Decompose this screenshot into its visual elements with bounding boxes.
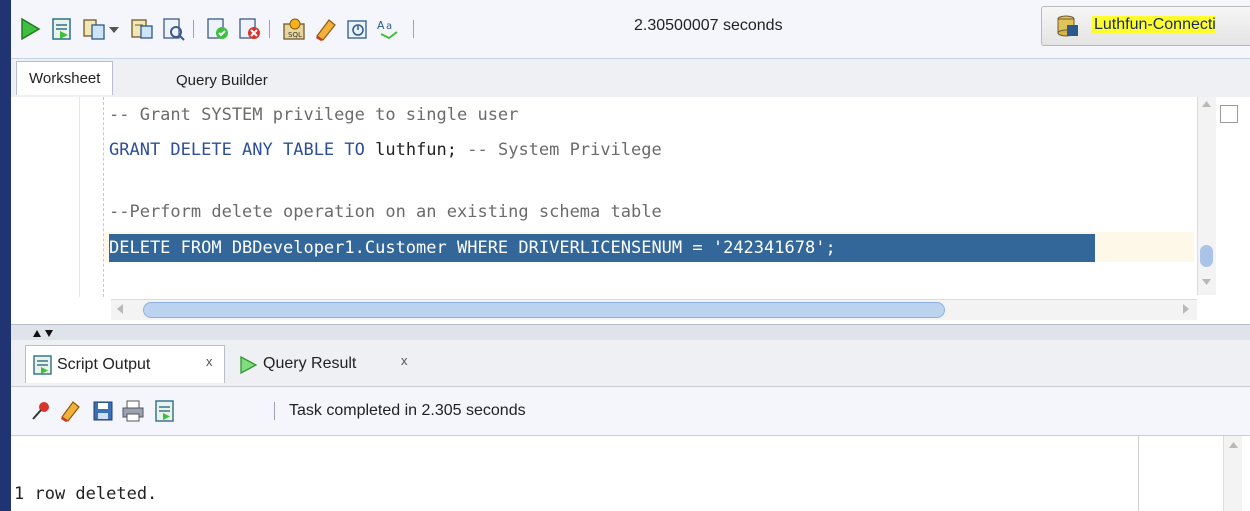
code-line-2: GRANT DELETE ANY TABLE TO luthfun; -- Sy… [109,140,662,160]
window-frame [0,0,11,511]
worksheet-tabs: Worksheet Query Builder [11,59,1250,98]
run-icon[interactable] [17,16,43,42]
query-result-label: Query Result [263,355,357,372]
sql-history-icon[interactable]: SQL [281,16,307,42]
task-status: Task completed in 2.305 seconds [289,402,526,419]
code-line-1: -- Grant SYSTEM privilege to single user [109,105,519,125]
script-output-area[interactable]: 1 row deleted. [11,436,1250,511]
editor-gutter [11,97,104,297]
svg-text:A: A [377,19,385,32]
explain-plan-icon[interactable] [129,16,155,42]
scroll-up-icon[interactable] [1200,99,1213,109]
close-query-result-icon[interactable]: x [401,353,408,368]
scroll-left-icon[interactable] [115,302,125,316]
tab-query-result[interactable]: Query Result x [233,345,413,383]
tab-worksheet[interactable]: Worksheet [16,61,114,95]
code-comment: -- System Privilege [467,140,662,160]
close-script-output-icon[interactable]: x [206,354,213,369]
tab-query-builder[interactable]: Query Builder [176,72,268,89]
output-tabs: Script Output x Query Result x [11,340,1250,387]
output-message: 1 row deleted. [14,484,158,504]
editor-horizontal-scroll-thumb[interactable] [143,302,945,318]
execution-time: 2.30500007 seconds [634,17,783,34]
splitter-arrows-icon[interactable] [31,327,65,339]
connection-selector[interactable]: Luthfun-Connecti [1041,6,1250,46]
clear-output-icon[interactable] [59,399,83,423]
code-keywords: GRANT DELETE ANY TABLE TO [109,140,365,160]
commit-icon[interactable] [205,16,231,42]
database-connection-icon [1057,15,1078,37]
code-username: luthfun; [375,140,458,160]
dropdown-icon[interactable] [107,16,121,42]
rollback-icon[interactable] [237,16,263,42]
run-script-icon[interactable] [49,16,75,42]
tab-script-output[interactable]: Script Output x [25,345,225,383]
format-icon[interactable]: A a [375,16,401,42]
output-vertical-scrollbar[interactable] [1223,436,1242,511]
output-scroll-up-icon[interactable] [1227,440,1240,450]
script-output-label: Script Output [57,356,151,373]
sql-tuning-icon[interactable] [161,16,187,42]
code-line-4: --Perform delete operation on an existin… [109,202,662,222]
autotrace-icon[interactable] [81,16,107,42]
pin-icon[interactable] [29,399,53,423]
svg-text:a: a [386,21,392,32]
sql-editor[interactable]: -- Grant SYSTEM privilege to single user… [11,97,1250,324]
connection-label: Luthfun-Connecti [1092,16,1216,34]
query-result-icon [240,355,258,375]
scroll-right-icon[interactable] [1181,302,1191,316]
output-toolbar: Task completed in 2.305 seconds [11,387,1250,436]
clear-icon[interactable] [313,16,339,42]
unshared-worksheet-icon[interactable] [345,16,371,42]
svg-text:SQL: SQL [288,31,302,39]
output-divider [1138,436,1139,511]
editor-corner-box[interactable] [1220,105,1238,123]
print-icon[interactable] [121,399,145,423]
scroll-down-icon[interactable] [1200,277,1213,287]
script-output-icon [33,355,52,375]
save-icon[interactable] [91,399,115,423]
main-toolbar: SQL A a 2.30500007 seconds Luthfun-Conne… [11,0,1250,59]
run-script-output-icon[interactable] [153,399,177,423]
selected-statement[interactable]: DELETE FROM DBDeveloper1.Customer WHERE … [109,234,1095,262]
editor-vertical-scroll-thumb[interactable] [1200,245,1213,267]
